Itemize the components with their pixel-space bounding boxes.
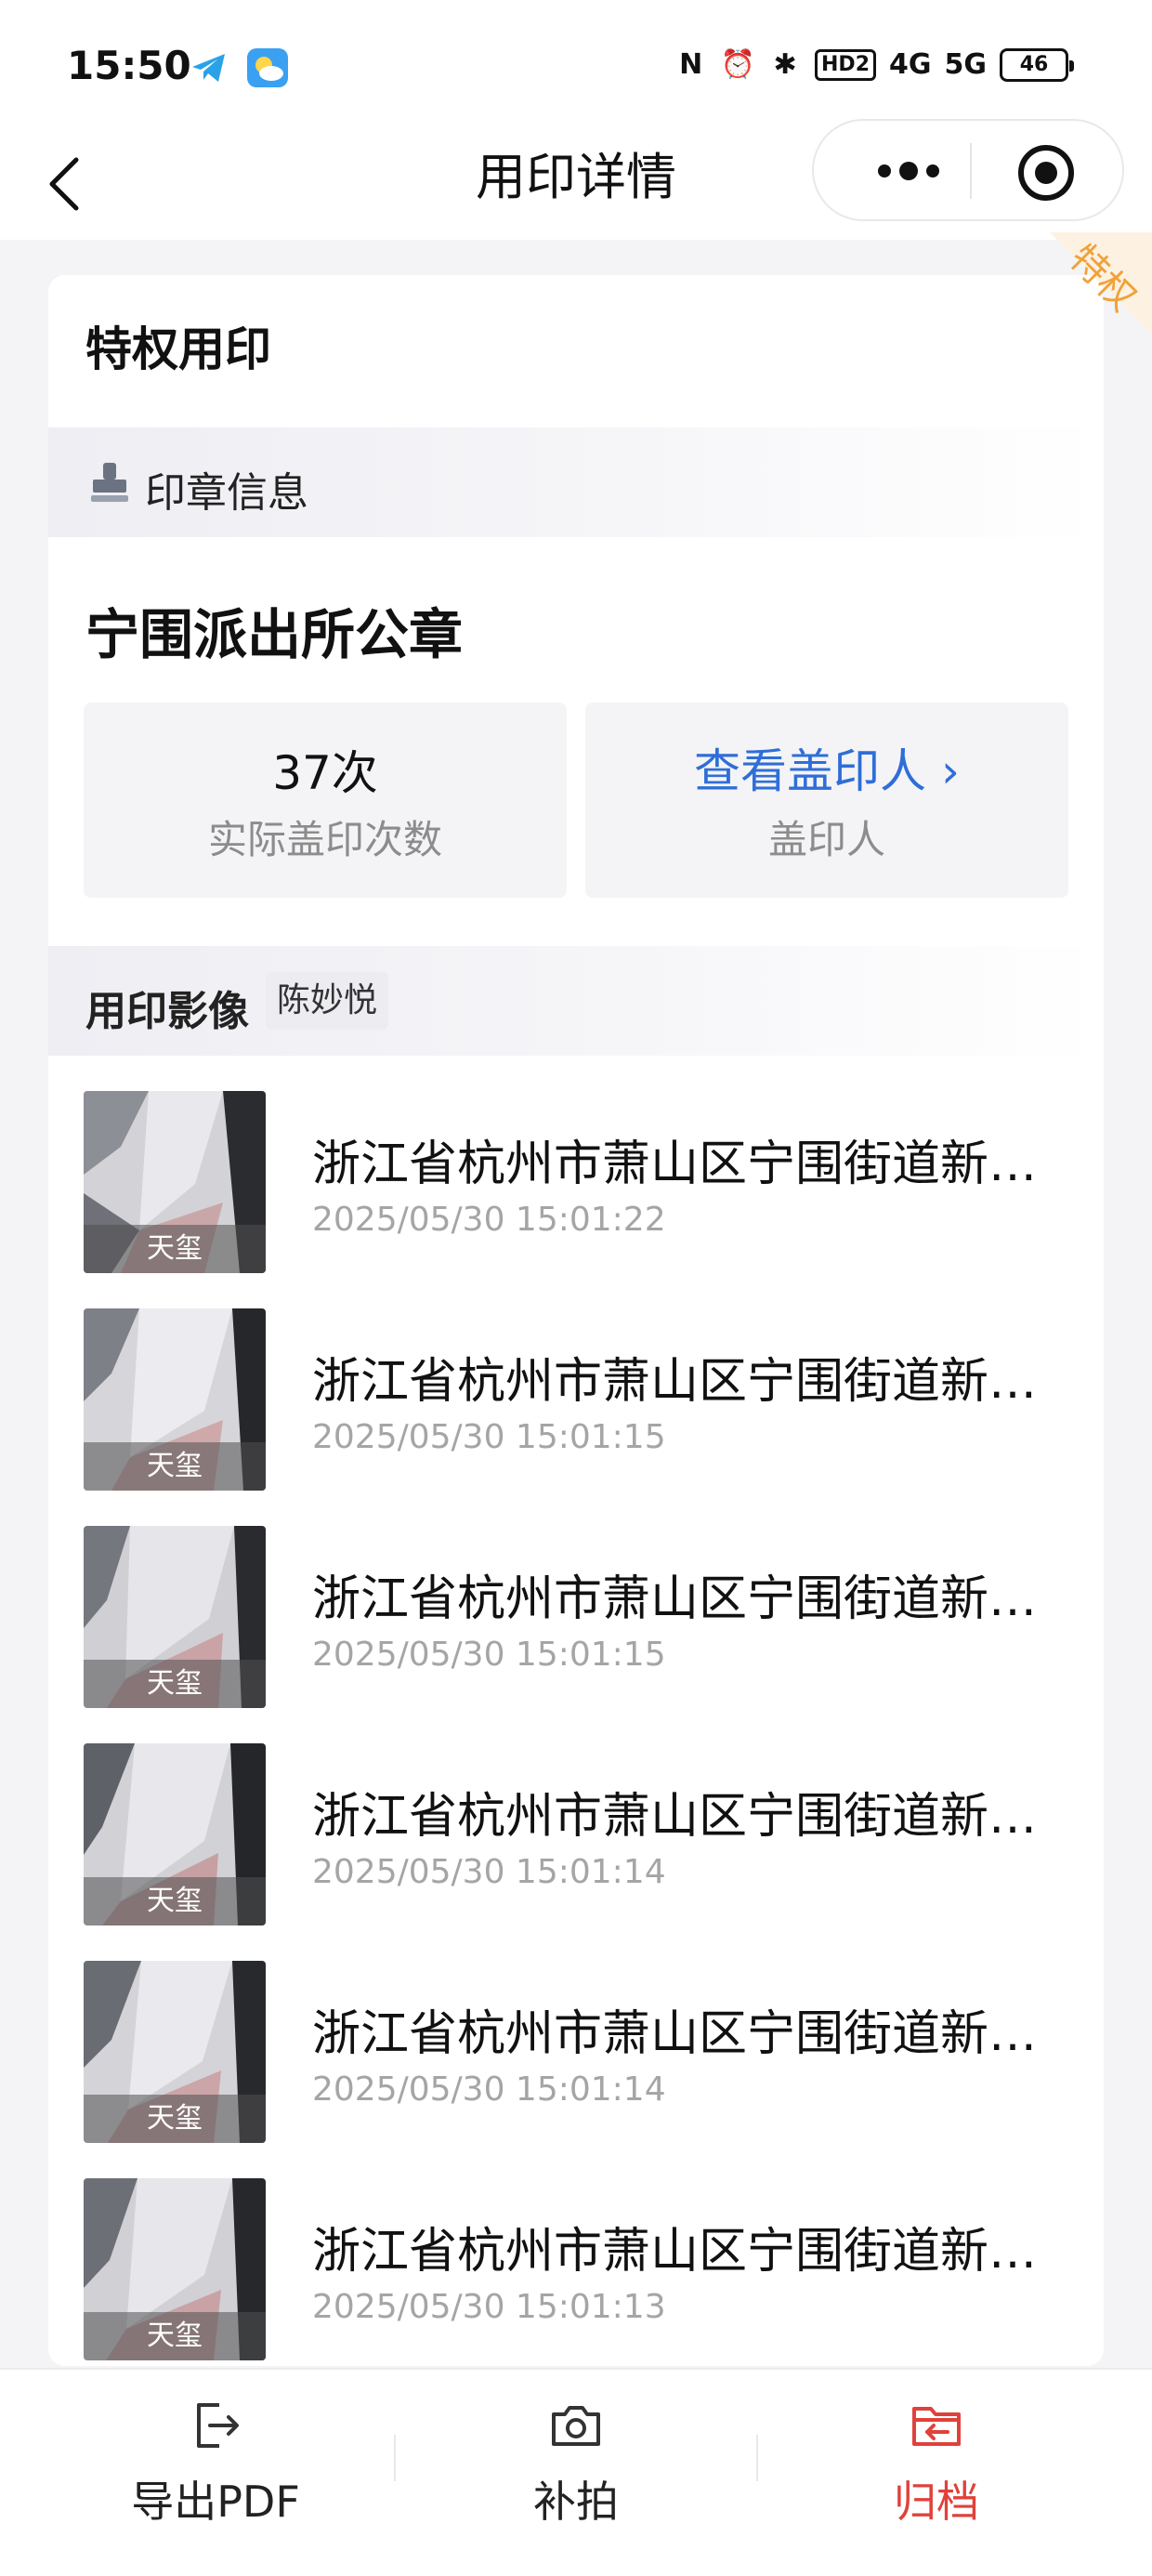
bluetooth-icon: ✱ xyxy=(773,48,797,81)
seal-info-section-header: 印章信息 xyxy=(48,427,1104,537)
capsule-divider xyxy=(970,143,972,199)
stamp-record-item[interactable]: 天玺 浙江省杭州市萧山区宁围街道新… 2025/05/30 15:01:15 xyxy=(48,1526,1104,1712)
thumb-watermark: 天玺 xyxy=(84,2312,266,2360)
miniprogram-capsule xyxy=(812,119,1124,221)
seal-info-label: 印章信息 xyxy=(145,469,308,517)
stamp-photo-thumbnail[interactable]: 天玺 xyxy=(84,1308,266,1491)
stamp-location: 浙江省杭州市萧山区宁围街道新… xyxy=(312,2224,1038,2280)
stamp-photo-thumbnail[interactable]: 天玺 xyxy=(84,2178,266,2360)
retake-photo-label: 补拍 xyxy=(533,2477,619,2527)
thumb-watermark: 天玺 xyxy=(84,1660,266,1708)
stamp-record-item[interactable]: 天玺 浙江省杭州市萧山区宁围街道新… 2025/05/30 15:01:15 xyxy=(48,1308,1104,1494)
retake-photo-button[interactable]: 补拍 xyxy=(437,2398,715,2530)
archive-button[interactable]: 归档 xyxy=(797,2398,1076,2530)
telegram-app-icon xyxy=(192,54,225,82)
stamp-photo-thumbnail[interactable]: 天玺 xyxy=(84,1961,266,2143)
tab-divider xyxy=(394,2435,396,2481)
stamp-timestamp: 2025/05/30 15:01:13 xyxy=(312,2288,666,2326)
privilege-corner-badge: 特权 xyxy=(1050,232,1152,335)
stamp-timestamp: 2025/05/30 15:01:22 xyxy=(312,1201,666,1239)
usage-type-title: 特权用印 xyxy=(85,322,271,376)
seal-name: 宁围派出所公章 xyxy=(85,603,464,666)
signal-5g-icon: 5G xyxy=(944,48,988,81)
camera-icon xyxy=(552,2406,600,2446)
stamp-count-caption: 实际盖印次数 xyxy=(207,817,442,862)
stamp-location: 浙江省杭州市萧山区宁围街道新… xyxy=(312,1789,1038,1845)
stamp-photo-thumbnail[interactable]: 天玺 xyxy=(84,1743,266,1925)
stamper-caption: 盖印人 xyxy=(767,817,885,862)
stamp-images-section-header: 用印影像 陈妙悦 xyxy=(48,946,1104,1056)
stamp-location: 浙江省杭州市萧山区宁围街道新… xyxy=(312,1571,1038,1627)
thumb-watermark: 天玺 xyxy=(84,1442,266,1491)
stamp-count-value: 37次 xyxy=(272,746,378,800)
archive-folder-icon xyxy=(912,2407,961,2446)
stamp-timestamp: 2025/05/30 15:01:14 xyxy=(312,1853,666,1891)
stamp-timestamp: 2025/05/30 15:01:15 xyxy=(312,1418,666,1456)
usage-detail-card: 特权用印 印章信息 宁围派出所公章 37次 实际盖印次数 查看盖印人 › 盖印人… xyxy=(48,275,1104,2366)
view-stamper-link[interactable]: 查看盖印人 › xyxy=(585,734,1068,801)
stamp-record-item[interactable]: 天玺 浙江省杭州市萧山区宁围街道新… 2025/05/30 15:01:14 xyxy=(48,1743,1104,1929)
status-icons: N ⏰ ✱ HD2 4G 5G 46 xyxy=(674,45,1074,85)
stamp-timestamp: 2025/05/30 15:01:15 xyxy=(312,1636,666,1674)
battery-icon: 46 xyxy=(1000,48,1074,82)
hd-voice-icon: HD2 xyxy=(815,49,876,81)
thumb-watermark: 天玺 xyxy=(84,1877,266,1925)
bottom-action-bar: 导出PDF 补拍 归档 xyxy=(0,2368,1152,2576)
stamp-location: 浙江省杭州市萧山区宁围街道新… xyxy=(312,1354,1038,1410)
close-target-icon[interactable] xyxy=(1016,143,1076,203)
seal-stamp-icon xyxy=(91,463,128,502)
nfc-icon: N xyxy=(679,48,703,81)
export-pdf-label: 导出PDF xyxy=(131,2477,300,2527)
more-dots-icon[interactable] xyxy=(851,138,962,204)
stamp-timestamp: 2025/05/30 15:01:14 xyxy=(312,2070,666,2109)
stamp-record-item[interactable]: 天玺 浙江省杭州市萧山区宁围街道新… 2025/05/30 15:01:14 xyxy=(48,1961,1104,2147)
stamp-photo-thumbnail[interactable]: 天玺 xyxy=(84,1526,266,1708)
tab-divider xyxy=(756,2435,758,2481)
stamp-location: 浙江省杭州市萧山区宁围街道新… xyxy=(312,2006,1038,2062)
archive-label: 归档 xyxy=(894,2477,979,2527)
stamp-photo-thumbnail[interactable]: 天玺 xyxy=(84,1091,266,1273)
thumb-watermark: 天玺 xyxy=(84,1225,266,1273)
export-icon xyxy=(197,2403,239,2448)
applicant-name-tag: 陈妙悦 xyxy=(266,972,389,1030)
weather-app-icon xyxy=(247,48,288,87)
stamp-count-box: 37次 实际盖印次数 xyxy=(84,703,567,898)
stamp-images-label: 用印影像 xyxy=(85,988,249,1035)
status-bar: 15:50 N ⏰ ✱ HD2 4G 5G 46 xyxy=(0,0,1152,138)
status-time: 15:50 xyxy=(67,43,191,88)
alarm-icon: ⏰ xyxy=(720,48,756,81)
thumb-watermark: 天玺 xyxy=(84,2095,266,2143)
export-pdf-button[interactable]: 导出PDF xyxy=(76,2398,355,2530)
signal-4g-icon: 4G xyxy=(889,48,932,81)
nav-bar: 用印详情 xyxy=(0,119,1152,240)
stamp-location: 浙江省杭州市萧山区宁围街道新… xyxy=(312,1137,1038,1192)
stamp-record-item[interactable]: 天玺 浙江省杭州市萧山区宁围街道新… 2025/05/30 15:01:13 xyxy=(48,2178,1104,2364)
view-stamper-box[interactable]: 查看盖印人 › 盖印人 xyxy=(585,703,1068,898)
stamp-record-item[interactable]: 天玺 浙江省杭州市萧山区宁围街道新… 2025/05/30 15:01:22 xyxy=(48,1091,1104,1277)
